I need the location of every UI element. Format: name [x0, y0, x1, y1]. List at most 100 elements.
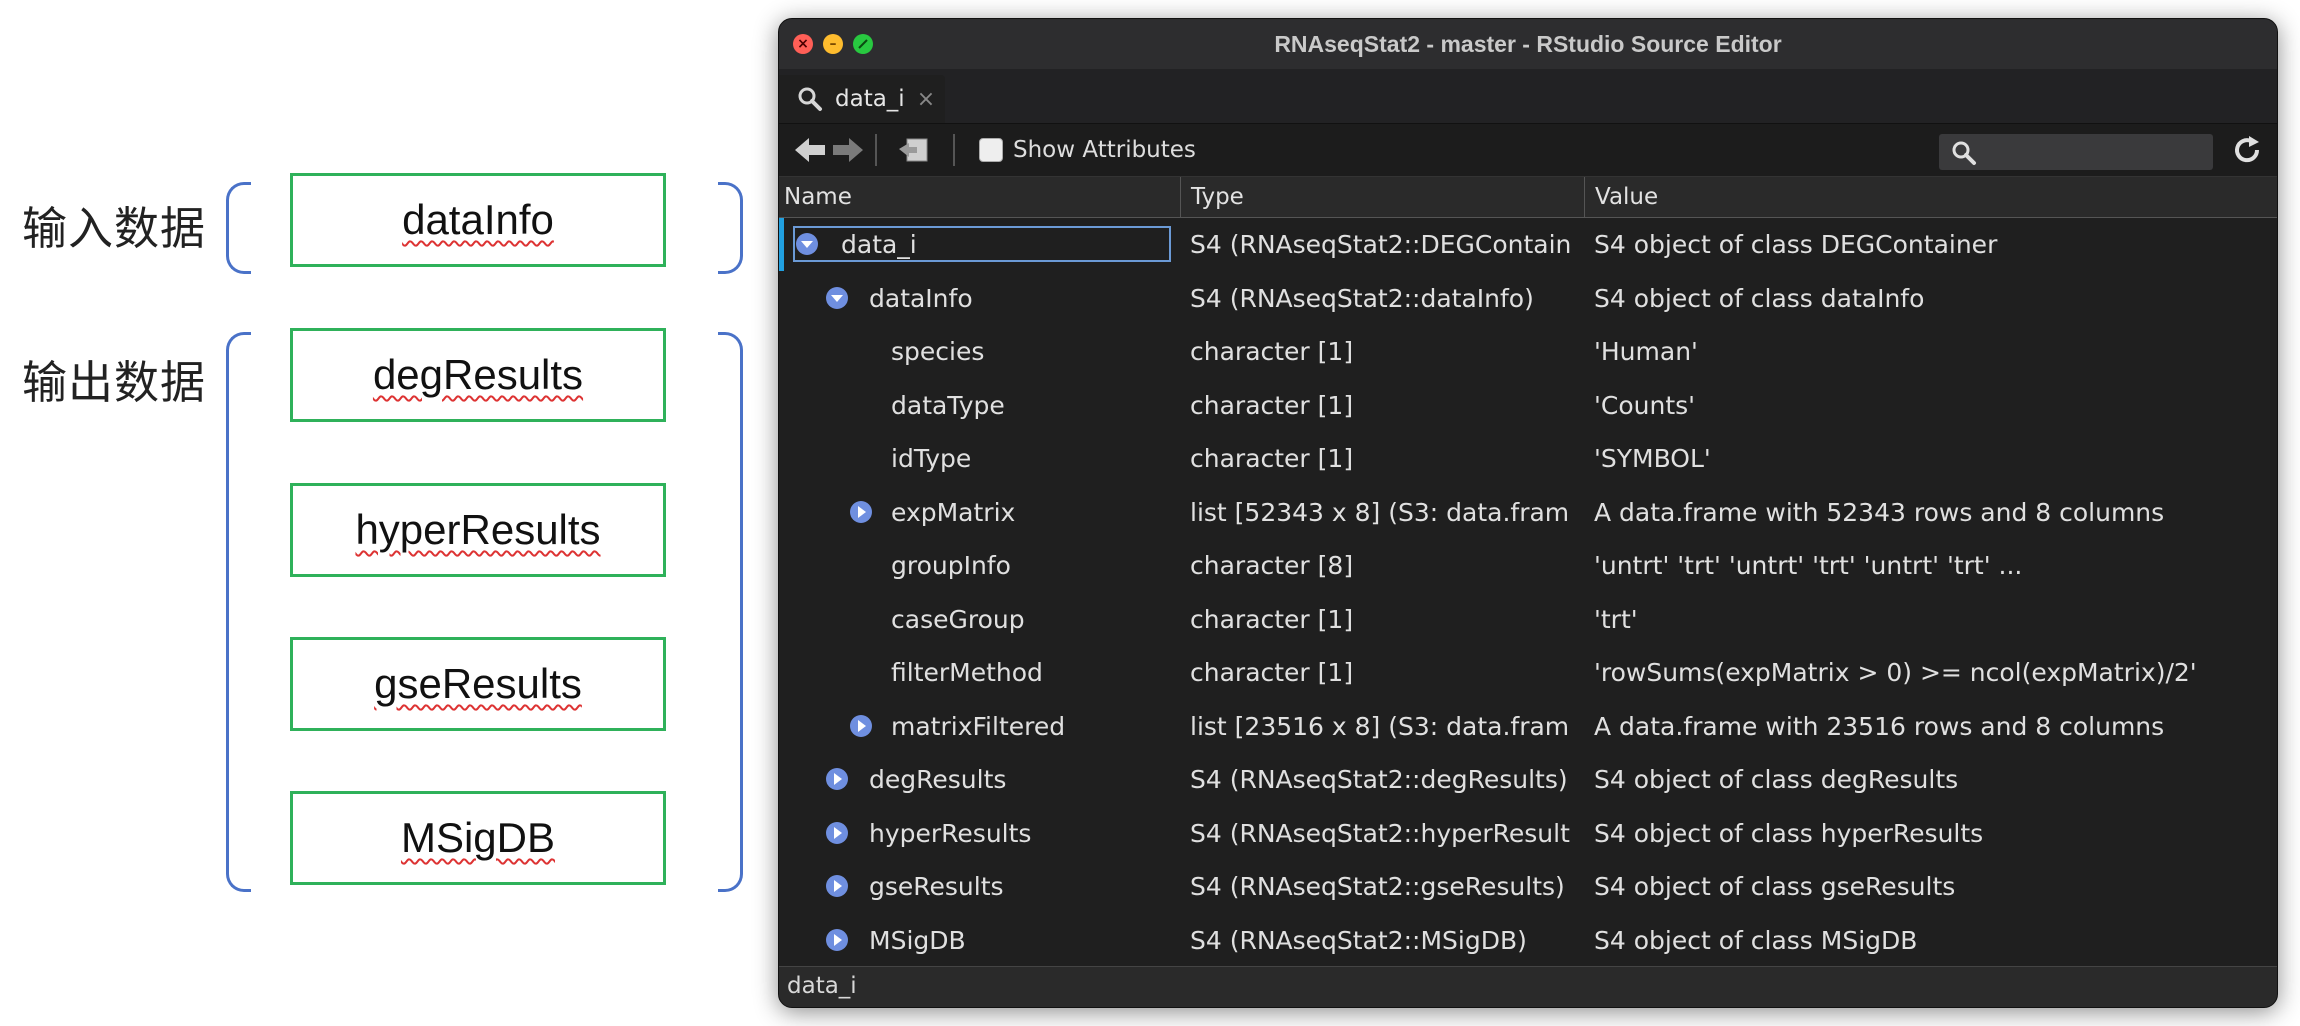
- rstudio-source-editor-window: × – RNAseqStat2 - master - RStudio Sourc…: [778, 18, 2278, 1008]
- output-bracket-left: [226, 332, 251, 892]
- tree-row[interactable]: filterMethod character [1] 'rowSums(expMat…: [779, 646, 2277, 700]
- tree-row-name: dataType: [891, 390, 1005, 420]
- tab-label: data_i: [835, 86, 905, 112]
- refresh-icon[interactable]: [2231, 134, 2263, 166]
- slot-box-gseresults: gseResults: [290, 637, 666, 731]
- expand-arrow-icon[interactable]: [825, 821, 849, 845]
- zoom-window-button[interactable]: [853, 34, 873, 54]
- expand-arrow-icon[interactable]: [849, 500, 873, 524]
- tree-row-value: S4 object of class degResults: [1594, 765, 1959, 794]
- close-window-button[interactable]: ×: [793, 34, 813, 54]
- tree-row[interactable]: caseGroup character [1] 'trt': [779, 593, 2277, 647]
- tree-row[interactable]: groupInfo character [8] 'untrt' 'trt' 'unt…: [779, 539, 2277, 593]
- tree-row-type: list [23516 x 8] (S3: data.fram: [1190, 711, 1570, 741]
- tree-row-name: data_i: [841, 230, 917, 259]
- tree-row-name: groupInfo: [891, 551, 1011, 580]
- tree-row-type: S4 (RNAseqStat2::DEGContain: [1190, 230, 1572, 259]
- tree-row-value: 'Counts': [1594, 390, 1696, 420]
- tree-row-type: character [1]: [1190, 390, 1354, 420]
- tree-row[interactable]: species character [1] 'Human': [779, 325, 2277, 379]
- tree-row[interactable]: idType character [1] 'SYMBOL': [779, 432, 2277, 486]
- tree-row-name: species: [891, 337, 985, 366]
- tree-row-value: A data.frame with 23516 rows and 8 colum…: [1594, 711, 2165, 741]
- expand-arrow-icon[interactable]: [825, 767, 849, 791]
- tree-row[interactable]: data_i S4 (RNAseqStat2::DEGContain S4 obje…: [779, 218, 2277, 272]
- tree-row-value: S4 object of class MSigDB: [1594, 925, 1918, 955]
- tab-data-i[interactable]: data_i ×: [779, 75, 945, 123]
- column-header-value[interactable]: Value: [1586, 177, 2277, 217]
- collapse-arrow-icon[interactable]: [825, 286, 849, 310]
- tree-row-name: filterMethod: [891, 658, 1043, 687]
- expand-arrow-icon[interactable]: [849, 714, 873, 738]
- column-header-type[interactable]: Type: [1182, 177, 1585, 217]
- tree-row-name: degResults: [869, 765, 1007, 794]
- forward-arrow-icon[interactable]: [831, 135, 865, 165]
- slot-box-hyperresults: hyperResults: [290, 483, 666, 577]
- object-tree: data_i S4 (RNAseqStat2::DEGContain S4 obje…: [779, 218, 2277, 967]
- tree-row-value: 'trt': [1594, 604, 1638, 634]
- tree-row[interactable]: matrixFiltered list [23516 x 8] (S3: data…: [779, 700, 2277, 754]
- tree-row-type: S4 (RNAseqStat2::gseResults): [1190, 872, 1565, 901]
- tree-row-value: 'SYMBOL': [1594, 444, 1711, 473]
- tree-row[interactable]: expMatrix list [52343 x 8] (S3: data.fram…: [779, 486, 2277, 540]
- status-text: data_i: [787, 973, 857, 999]
- show-in-new-window-icon[interactable]: [897, 135, 931, 165]
- search-input[interactable]: [1939, 134, 2213, 170]
- title-bar: × – RNAseqStat2 - master - RStudio Sourc…: [779, 19, 2277, 69]
- back-arrow-icon[interactable]: [793, 135, 827, 165]
- slot-label: dataInfo: [402, 196, 554, 243]
- slot-label: gseResults: [374, 660, 582, 707]
- tree-row-value: S4 object of class hyperResults: [1594, 818, 1984, 848]
- tree-row-type: character [8]: [1190, 551, 1354, 580]
- tree-row-type: S4 (RNAseqStat2::dataInfo): [1190, 283, 1534, 313]
- selection-marker: [779, 218, 784, 271]
- tree-row-name: dataInfo: [869, 283, 973, 313]
- slot-label: MSigDB: [400, 814, 556, 861]
- output-data-label: 输出数据: [22, 356, 207, 409]
- input-bracket-right: [718, 182, 743, 274]
- tree-row[interactable]: hyperResults S4 (RNAseqStat2::hyperResult…: [779, 807, 2277, 861]
- tree-row[interactable]: degResults S4 (RNAseqStat2::degResults) S4…: [779, 753, 2277, 807]
- expand-arrow-icon[interactable]: [825, 874, 849, 898]
- tab-bar: data_i ×: [779, 69, 2277, 124]
- tree-row-type: character [1]: [1190, 444, 1354, 473]
- input-bracket-left: [226, 182, 251, 274]
- window-title: RNAseqStat2 - master - RStudio Source Ed…: [1274, 30, 1782, 57]
- tree-row-value: S4 object of class gseResults: [1594, 872, 1956, 901]
- show-attributes-checkbox[interactable]: [979, 138, 1003, 162]
- tree-row-type: character [1]: [1190, 337, 1354, 366]
- tree-row-type: S4 (RNAseqStat2::MSigDB): [1190, 925, 1527, 955]
- slot-box-msigdb: MSigDB: [290, 791, 666, 885]
- column-header: Name Type Value: [779, 177, 2277, 218]
- tree-row[interactable]: MSigDB S4 (RNAseqStat2::MSigDB) S4 object …: [779, 914, 2277, 968]
- tree-row[interactable]: gseResults S4 (RNAseqStat2::gseResults) S4…: [779, 860, 2277, 914]
- tree-row-type: list [52343 x 8] (S3: data.fram: [1190, 497, 1570, 527]
- toolbar-separator: [953, 134, 955, 166]
- slot-label: hyperResults: [355, 506, 601, 553]
- fullscreen-icon: [858, 39, 868, 49]
- tree-row-type: S4 (RNAseqStat2::hyperResult: [1190, 818, 1570, 848]
- tree-row-name: caseGroup: [891, 604, 1025, 634]
- column-header-name[interactable]: Name: [779, 177, 1181, 217]
- input-data-label: 输入数据: [22, 202, 207, 255]
- tree-row-name: hyperResults: [869, 818, 1032, 848]
- tree-row-name: expMatrix: [891, 497, 1016, 527]
- close-tab-icon[interactable]: ×: [917, 87, 935, 112]
- expand-arrow-icon[interactable]: [825, 928, 849, 952]
- toolbar-separator: [875, 134, 877, 166]
- toolbar: Show Attributes: [779, 124, 2277, 177]
- slot-label: degResults: [372, 351, 584, 398]
- tree-row-type: character [1]: [1190, 604, 1354, 634]
- tree-row-value: 'Human': [1594, 337, 1698, 366]
- tree-row-name: matrixFiltered: [891, 711, 1066, 741]
- tree-row[interactable]: dataType character [1] 'Counts': [779, 379, 2277, 433]
- tree-row-type: S4 (RNAseqStat2::degResults): [1190, 765, 1568, 794]
- tree-row[interactable]: dataInfo S4 (RNAseqStat2::dataInfo) S4 obj…: [779, 272, 2277, 326]
- tree-row-type: character [1]: [1190, 658, 1354, 687]
- tree-row-value: S4 object of class DEGContainer: [1594, 230, 1998, 259]
- status-bar: data_i: [779, 966, 2277, 1007]
- minimize-window-button[interactable]: –: [823, 34, 843, 54]
- collapse-arrow-icon[interactable]: [795, 232, 819, 256]
- tree-row-name: MSigDB: [869, 925, 966, 955]
- tree-row-name: gseResults: [869, 872, 1004, 901]
